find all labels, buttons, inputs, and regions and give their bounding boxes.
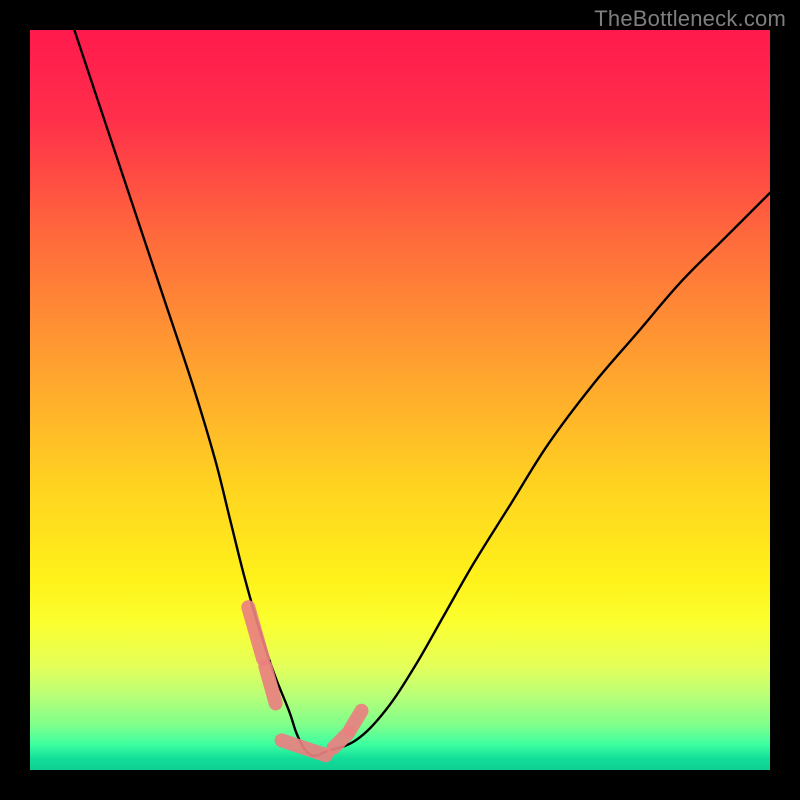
- highlight-segment: [265, 666, 275, 703]
- curve-layer: [30, 30, 770, 770]
- bottleneck-curve: [74, 30, 770, 756]
- highlight-segments: [248, 607, 361, 755]
- highlight-segment: [350, 711, 361, 730]
- highlight-segment: [282, 740, 326, 755]
- watermark-text: TheBottleneck.com: [594, 6, 786, 32]
- plot-area: [30, 30, 770, 770]
- highlight-segment: [248, 607, 263, 659]
- chart-frame: TheBottleneck.com: [0, 0, 800, 800]
